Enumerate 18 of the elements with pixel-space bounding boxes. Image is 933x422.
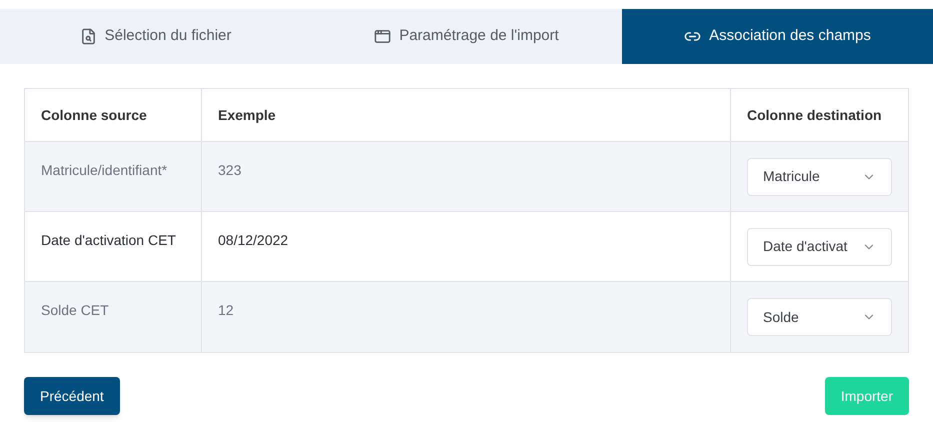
column-header: Exemple xyxy=(218,106,276,125)
table-cell: Solde CET xyxy=(41,302,109,318)
table-cell: 323 xyxy=(218,162,242,178)
table-cell: Date d'activation CET xyxy=(41,232,176,248)
tab[interactable]: Association des champs xyxy=(622,9,933,64)
tab[interactable]: Paramétrage de l'import xyxy=(311,9,622,64)
destination-select[interactable]: Date d'activat xyxy=(747,228,892,266)
table-cell: 08/12/2022 xyxy=(218,232,288,248)
file-search-icon xyxy=(80,28,97,45)
column-header: Colonne source xyxy=(41,106,147,124)
previous-button[interactable]: Précédent xyxy=(24,377,120,415)
column-header: Colonne destination xyxy=(747,106,882,124)
table-cell: 12 xyxy=(218,302,234,318)
tab[interactable]: Sélection du fichier xyxy=(0,9,311,64)
table-cell: Matricule/identifiant* xyxy=(41,162,168,178)
window-icon xyxy=(374,28,392,45)
destination-select[interactable]: Solde xyxy=(747,298,892,336)
destination-select[interactable]: Matricule xyxy=(747,158,892,196)
